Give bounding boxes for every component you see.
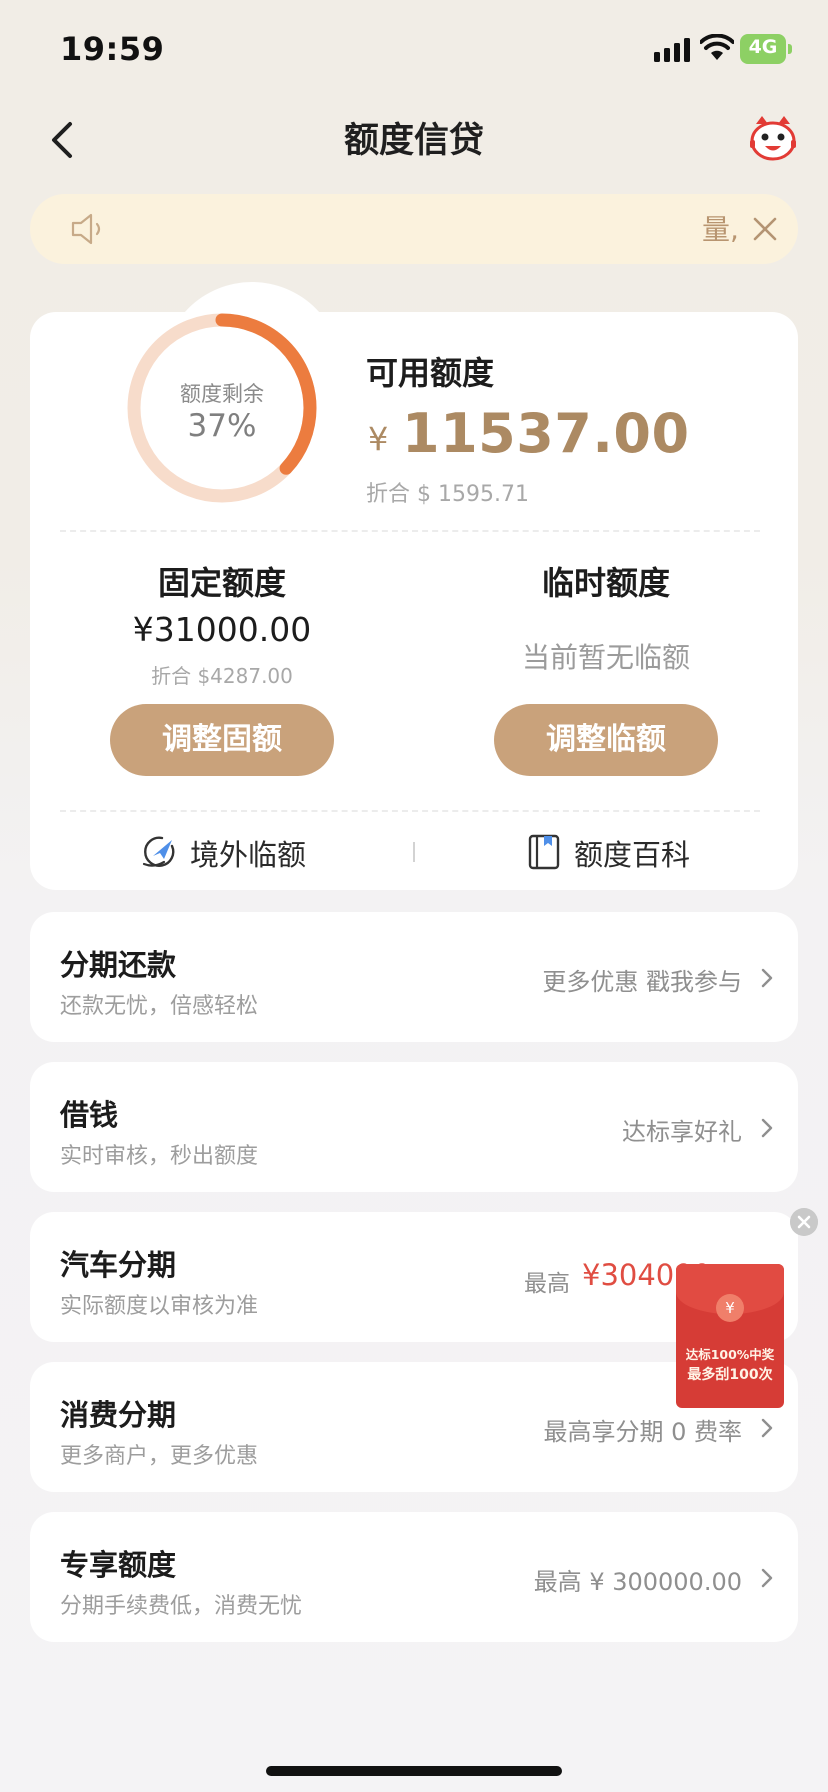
list-item-installment-repayment[interactable]: 分期还款 还款无忧，倍感轻松 更多优惠 戳我参与: [30, 912, 798, 1042]
list-item-promo-text: 达标享好礼: [622, 1118, 742, 1146]
battery-charging-icon: 4G: [740, 34, 792, 64]
available-credit-converted: 折合 $ 1595.71: [366, 482, 529, 507]
wifi-icon: [700, 34, 734, 60]
network-label: 4G: [748, 36, 778, 58]
available-credit-amount: 11537.00: [402, 402, 690, 465]
adjust-temporary-credit-button[interactable]: 调整临额: [494, 704, 718, 776]
promo-close-icon[interactable]: [790, 1208, 818, 1236]
promo-text-line1: 达标100%中奖: [685, 1347, 775, 1362]
status-bar: 19:59 4G: [0, 0, 828, 96]
divider: [60, 530, 760, 532]
yuan-coin-icon: ¥: [716, 1294, 744, 1322]
remaining-percent: 37%: [187, 408, 257, 444]
ring-caption: 额度剩余: [180, 382, 264, 406]
home-indicator: [266, 1766, 562, 1776]
chevron-right-icon: [761, 968, 773, 988]
fixed-credit-amount: ¥31000.00: [132, 610, 312, 649]
promo-text-line2: 最多刮100次: [687, 1367, 773, 1383]
link-separator: [413, 842, 415, 862]
list-item-subtitle: 实际额度以审核为准: [60, 1294, 259, 1319]
chevron-right-icon: [761, 1418, 773, 1438]
list-item-borrow-money[interactable]: 借钱 实时审核，秒出额度 达标享好礼: [30, 1062, 798, 1192]
list-item-subtitle: 实时审核，秒出额度: [60, 1144, 259, 1169]
battery-tip: [788, 44, 792, 54]
close-icon[interactable]: [748, 212, 782, 246]
plane-globe-icon: [142, 836, 175, 867]
chevron-right-icon: [761, 1568, 773, 1588]
chevron-right-icon: [761, 1118, 773, 1138]
currency-symbol: ¥: [368, 420, 389, 458]
list-item-title: 专享额度: [60, 1548, 177, 1582]
temporary-credit-status: 当前暂无临额: [521, 641, 690, 674]
credit-encyclopedia-link[interactable]: 额度百科: [526, 830, 706, 874]
credit-encyclopedia-label: 额度百科: [574, 838, 691, 872]
list-item-exclusive-credit[interactable]: 专享额度 分期手续费低，消费无忧 最高 ¥ 300000.00: [30, 1512, 798, 1642]
available-credit-label: 可用额度: [366, 354, 495, 392]
list-item-title: 分期还款: [60, 948, 177, 982]
book-icon: [528, 834, 560, 870]
adjust-fixed-credit-button[interactable]: 调整固额: [110, 704, 334, 776]
list-item-promo-text: 最高享分期 0 费率: [543, 1418, 742, 1446]
list-item-subtitle: 还款无忧，倍感轻松: [60, 994, 259, 1019]
list-item-title: 汽车分期: [60, 1248, 177, 1282]
overseas-temp-credit-link[interactable]: 境外临额: [142, 830, 322, 874]
mascot-avatar-icon[interactable]: [748, 114, 798, 162]
list-item-promo-text: 最高 ¥ 300000.00: [533, 1568, 742, 1596]
list-item-title: 借钱: [60, 1098, 119, 1132]
divider: [60, 810, 760, 812]
fixed-credit-title: 固定额度: [157, 564, 286, 602]
status-time: 19:59: [60, 30, 165, 68]
list-item-title: 消费分期: [60, 1398, 177, 1432]
page-title: 额度信贷: [343, 121, 484, 161]
notice-text[interactable]: 量,: [702, 208, 742, 248]
red-packet-promo[interactable]: ¥ 达标100%中奖 最多刮100次: [676, 1264, 784, 1408]
max-amount-prefix: 最高: [524, 1271, 570, 1297]
overseas-temp-credit-label: 境外临额: [190, 838, 307, 872]
list-item-promo-text: 更多优惠 戳我参与: [542, 968, 742, 996]
list-item-subtitle: 分期手续费低，消费无忧: [60, 1594, 303, 1619]
notice-bar: 量,: [30, 194, 798, 264]
list-item-subtitle: 更多商户，更多优惠: [60, 1444, 259, 1469]
temporary-credit-title: 临时额度: [541, 564, 670, 602]
speaker-icon: [71, 213, 101, 245]
signal-icon: [654, 38, 690, 62]
fixed-credit-converted: 折合 $4287.00: [151, 664, 293, 688]
